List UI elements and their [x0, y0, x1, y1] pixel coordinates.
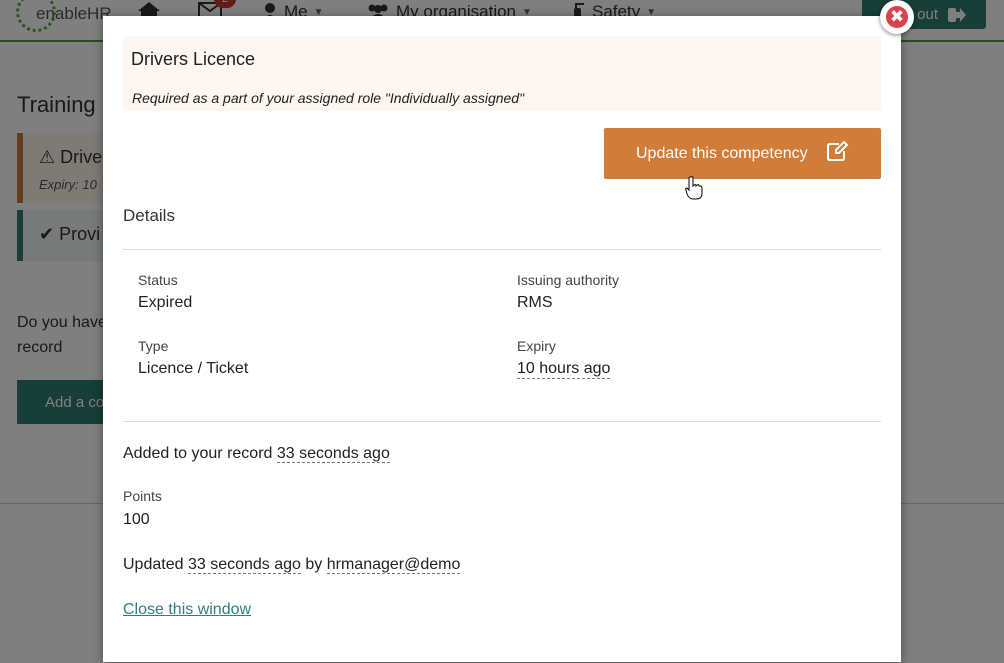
- expiry-value[interactable]: 10 hours ago: [517, 360, 611, 379]
- updated-by-user[interactable]: hrmanager@demo: [326, 556, 461, 574]
- updated-by-word: by: [305, 556, 323, 573]
- close-window-link[interactable]: Close this window: [123, 601, 251, 619]
- added-prefix: Added to your record: [123, 445, 273, 462]
- close-icon: ✖: [886, 6, 908, 28]
- expiry-label: Expiry: [517, 338, 556, 354]
- type-label: Type: [138, 338, 169, 354]
- competency-modal: Drivers Licence Required as a part of yo…: [103, 16, 901, 662]
- divider: [123, 249, 881, 250]
- updated-info: Updated 33 seconds ago by hrmanager@demo: [123, 556, 461, 574]
- competency-title: Drivers Licence: [131, 49, 256, 69]
- issuing-authority-label: Issuing authority: [517, 272, 619, 288]
- updated-time[interactable]: 33 seconds ago: [187, 556, 301, 574]
- added-time[interactable]: 33 seconds ago: [276, 445, 390, 463]
- points-value: 100: [123, 511, 150, 528]
- added-to-record: Added to your record 33 seconds ago: [123, 445, 390, 463]
- competency-requirement: Required as a part of your assigned role…: [132, 90, 525, 106]
- status-label: Status: [138, 272, 178, 288]
- updated-prefix: Updated: [123, 556, 184, 573]
- divider: [123, 421, 881, 422]
- update-competency-label: Update this competency: [636, 144, 808, 162]
- details-heading: Details: [123, 206, 175, 225]
- issuing-authority-value: RMS: [517, 294, 553, 311]
- edit-icon: [827, 141, 849, 161]
- points-label: Points: [123, 488, 162, 504]
- update-competency-button[interactable]: Update this competency: [604, 128, 881, 179]
- status-value: Expired: [138, 294, 193, 311]
- close-modal-button[interactable]: ✖: [880, 0, 914, 34]
- competency-header: Drivers Licence Required as a part of yo…: [123, 36, 881, 111]
- type-value: Licence / Ticket: [138, 360, 249, 377]
- hand-cursor-icon: [685, 176, 703, 200]
